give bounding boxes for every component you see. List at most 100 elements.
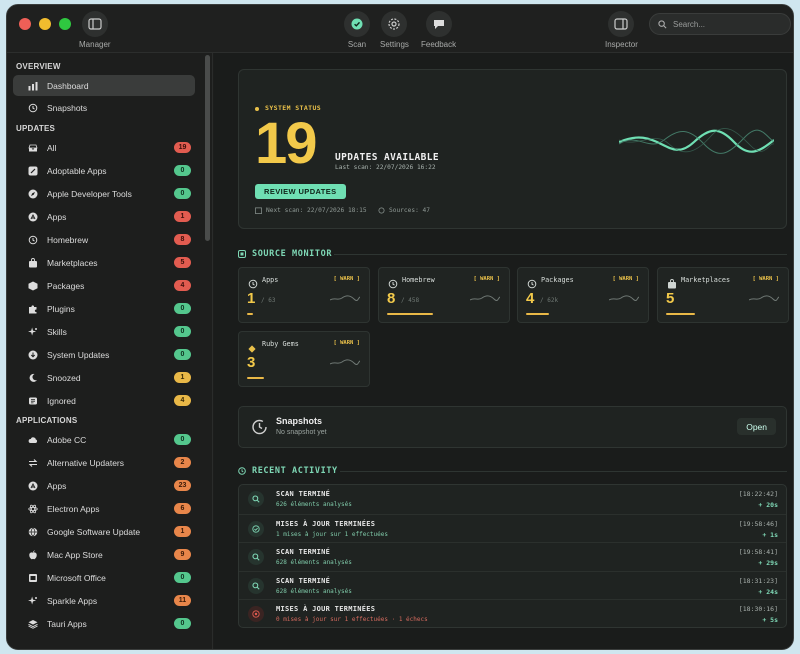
sidebar-app-tauri-apps[interactable]: Tauri Apps 0 [13, 613, 195, 634]
source-count: 3 [247, 354, 256, 371]
atom-icon [27, 503, 39, 515]
snapshots-open-button[interactable]: Open [737, 418, 776, 435]
chat-bubble-icon [433, 20, 444, 29]
sparkle-icon [27, 595, 39, 607]
sparkline [749, 295, 779, 302]
last-scan-text: Last scan: 22/07/2026 16:22 [335, 164, 436, 171]
count-badge: 1 [174, 526, 191, 537]
sidebar-app-mac-app-store[interactable]: Mac App Store 9 [13, 544, 195, 565]
sidebar-item-label: Homebrew [47, 234, 89, 245]
sidebar-app-electron-apps[interactable]: Electron Apps 6 [13, 498, 195, 519]
activity-row[interactable]: SCAN TERMINÉ 626 éléments analysés [18:22:… [239, 485, 786, 513]
sidebar-app-alternative-updaters[interactable]: Alternative Updaters 2 [13, 452, 195, 473]
sidebar-item-snapshots[interactable]: Snapshots [13, 98, 195, 119]
warn-badge: [ WARN ] [333, 340, 361, 346]
sparkline [470, 295, 500, 302]
sidebar-item-apps[interactable]: Apps 1 [13, 206, 195, 227]
source-card-marketplaces[interactable]: Marketplaces [ WARN ] 5 [657, 267, 789, 323]
sidebar-app-apps[interactable]: Apps 23 [13, 475, 195, 496]
sidebar-item-label: Tauri Apps [47, 618, 87, 629]
sidebar-item-label: Mac App Store [47, 549, 103, 560]
sidebar-item-plugins[interactable]: Plugins 0 [13, 298, 195, 319]
sidebar-item-system-updates[interactable]: System Updates 0 [13, 344, 195, 365]
source-name: Ruby Gems [262, 340, 299, 348]
sidebar-item-homebrew[interactable]: Homebrew 8 [13, 229, 195, 250]
sidebar-item-label: Adoptable Apps [47, 165, 107, 176]
progress-bar-fill [247, 313, 253, 315]
sidebar-item-label: Alternative Updaters [47, 457, 125, 468]
next-scan-text: Next scan: 22/07/2026 18:15 [266, 207, 367, 214]
activity-row[interactable]: SCAN TERMINÉ 628 éléments analysés [18:31:… [239, 570, 786, 599]
source-card-ruby-gems[interactable]: Ruby Gems [ WARN ] 3 [238, 331, 370, 387]
sidebar-item-label: Snoozed [47, 372, 81, 383]
section-heading-applications: APPLICATIONS [16, 416, 78, 425]
activity-row[interactable]: MISES À JOUR TERMINÉES 0 mises à jour sur… [239, 599, 786, 627]
count-badge: 1 [174, 211, 191, 222]
sidebar-item-marketplaces[interactable]: Marketplaces 5 [13, 252, 195, 273]
search-field[interactable] [649, 13, 791, 35]
activity-time: [18:31:23] [738, 576, 778, 585]
zoom-window-button[interactable] [59, 18, 71, 30]
sidebar-scrollbar[interactable] [205, 55, 210, 241]
activity-time: [18:30:16] [738, 605, 778, 614]
activity-subtitle: 0 mises à jour sur 1 effectuées · 1 éche… [276, 616, 428, 624]
count-badge: 1 [174, 372, 191, 383]
manager-button[interactable]: Manager [79, 11, 111, 49]
sources-icon [378, 207, 385, 214]
inspector-icon [614, 18, 629, 30]
review-updates-button[interactable]: REVIEW UPDATES [255, 184, 346, 199]
sidebar-app-microsoft-office[interactable]: Microsoft Office 0 [13, 567, 195, 588]
window-controls [19, 18, 71, 30]
feedback-button[interactable]: Feedback [421, 11, 456, 49]
history-icon [27, 234, 39, 246]
sidebar-app-sparkle-apps[interactable]: Sparkle Apps 11 [13, 590, 195, 611]
close-window-button[interactable] [19, 18, 31, 30]
gem-icon [248, 340, 256, 353]
count-badge: 0 [174, 303, 191, 314]
check-icon [248, 520, 264, 537]
sidebar-item-all[interactable]: All 19 [13, 137, 195, 158]
source-total: / 63 [261, 297, 276, 304]
sidebar-item-snoozed[interactable]: Snoozed 1 [13, 367, 195, 388]
source-card-apps[interactable]: Apps [ WARN ] 1 / 63 [238, 267, 370, 323]
sidebar-item-label: Sparkle Apps [47, 595, 98, 606]
count-badge: 9 [174, 549, 191, 560]
updates-available-title: UPDATES AVAILABLE [335, 152, 440, 163]
activity-row[interactable]: SCAN TERMINÉ 628 éléments analysés [19:58:… [239, 542, 786, 570]
sidebar-item-skills[interactable]: Skills 0 [13, 321, 195, 342]
source-card-homebrew[interactable]: Homebrew [ WARN ] 8 / 458 [378, 267, 510, 323]
sidebar-app-adobe-cc[interactable]: Adobe CC 0 [13, 429, 195, 450]
globe-icon [27, 526, 39, 538]
source-card-packages[interactable]: Packages [ WARN ] 4 / 62k [517, 267, 649, 323]
minimize-window-button[interactable] [39, 18, 51, 30]
inspector-label: Inspector [605, 40, 638, 49]
settings-button[interactable]: Settings [380, 11, 409, 49]
tray-icon [27, 142, 39, 154]
sidebar-item-ignored[interactable]: Ignored 4 [13, 390, 195, 411]
sidebar-item-packages[interactable]: Packages 4 [13, 275, 195, 296]
sidebar-app-google-software-update[interactable]: Google Software Update 1 [13, 521, 195, 542]
sidebar-item-apple-developer-tools[interactable]: Apple Developer Tools 0 [13, 183, 195, 204]
layers-icon [27, 618, 39, 630]
sidebar-item-label: Apps [47, 211, 67, 222]
warn-badge: [ WARN ] [333, 276, 361, 282]
activity-title: MISES À JOUR TERMINÉES [276, 519, 376, 528]
sidebar-item-dashboard[interactable]: Dashboard [13, 75, 195, 96]
source-count: 5 [666, 290, 675, 307]
office-icon [27, 572, 39, 584]
puzzle-icon [27, 303, 39, 315]
count-badge: 0 [174, 165, 191, 176]
sidebar-item-label: Microsoft Office [47, 572, 106, 583]
scan-button[interactable]: Scan [344, 11, 370, 49]
source-total: / 62k [540, 297, 559, 304]
history-icon [248, 276, 258, 289]
sidebar-item-label: Skills [47, 326, 67, 337]
activity-duration: + 1s [762, 530, 778, 539]
search-input[interactable] [673, 19, 783, 29]
activity-row[interactable]: MISES À JOUR TERMINÉES 1 mises à jour sur… [239, 513, 786, 542]
source-total: / 458 [401, 297, 420, 304]
inspector-button[interactable]: Inspector [605, 11, 638, 49]
warn-badge: [ WARN ] [752, 276, 780, 282]
search-icon [658, 19, 667, 28]
sidebar-item-adoptable-apps[interactable]: Adoptable Apps 0 [13, 160, 195, 181]
